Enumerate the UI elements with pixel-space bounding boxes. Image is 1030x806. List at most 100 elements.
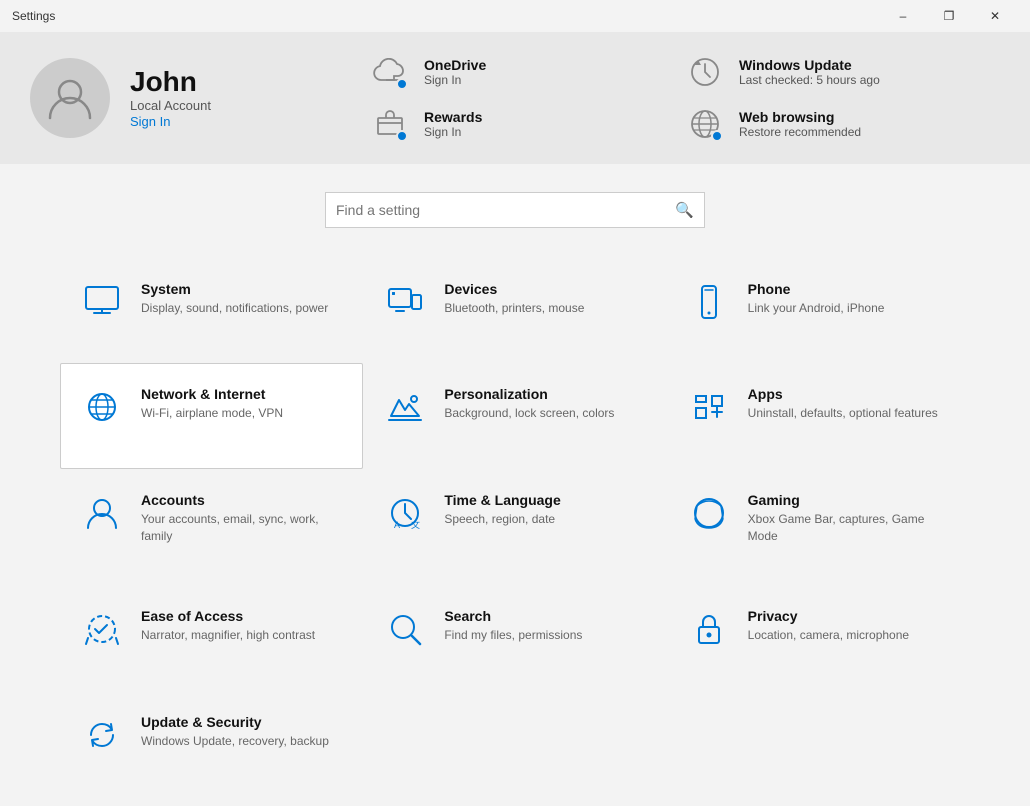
network-text: Network & Internet Wi-Fi, airplane mode,… [141, 386, 283, 422]
settings-item-time[interactable]: A文 Time & Language Speech, region, date [363, 469, 666, 585]
devices-sub: Bluetooth, printers, mouse [444, 300, 584, 317]
rewards-icon [370, 104, 410, 144]
minimize-button[interactable]: – [880, 0, 926, 32]
time-sub: Speech, region, date [444, 511, 560, 528]
settings-item-accounts[interactable]: Accounts Your accounts, email, sync, wor… [60, 469, 363, 585]
header-services: OneDrive Sign In Rewards Sign In [330, 52, 1000, 144]
user-account-type: Local Account [130, 98, 211, 113]
search-icon: 🔍 [675, 201, 694, 219]
search-section: 🔍 [0, 164, 1030, 248]
search-text: Search Find my files, permissions [444, 608, 582, 644]
settings-item-devices[interactable]: Devices Bluetooth, printers, mouse [363, 258, 666, 363]
settings-item-privacy[interactable]: Privacy Location, camera, microphone [667, 585, 970, 690]
devices-text: Devices Bluetooth, printers, mouse [444, 281, 584, 317]
search-icon [384, 608, 426, 650]
network-title: Network & Internet [141, 386, 283, 402]
apps-text: Apps Uninstall, defaults, optional featu… [748, 386, 938, 422]
avatar [30, 58, 110, 138]
web-browsing-service[interactable]: Web browsing Restore recommended [685, 104, 1000, 144]
gaming-icon [688, 492, 730, 534]
accounts-sub: Your accounts, email, sync, work, family [141, 511, 342, 545]
titlebar: Settings – ❐ ✕ [0, 0, 1030, 32]
onedrive-dot [396, 78, 408, 90]
system-sub: Display, sound, notifications, power [141, 300, 328, 317]
search-title: Search [444, 608, 582, 624]
time-text: Time & Language Speech, region, date [444, 492, 560, 528]
personalization-title: Personalization [444, 386, 614, 402]
search-box: 🔍 [325, 192, 705, 228]
time-icon: A文 [384, 492, 426, 534]
personalization-text: Personalization Background, lock screen,… [444, 386, 614, 422]
windows-update-name: Windows Update [739, 57, 880, 73]
gaming-sub: Xbox Game Bar, captures, Game Mode [748, 511, 949, 545]
app-title: Settings [12, 9, 880, 23]
accounts-title: Accounts [141, 492, 342, 508]
phone-icon [688, 281, 730, 323]
system-icon [81, 281, 123, 323]
settings-item-update[interactable]: Update & Security Windows Update, recove… [60, 691, 363, 796]
privacy-icon [688, 608, 730, 650]
phone-sub: Link your Android, iPhone [748, 300, 885, 317]
phone-text: Phone Link your Android, iPhone [748, 281, 885, 317]
privacy-text: Privacy Location, camera, microphone [748, 608, 909, 644]
system-title: System [141, 281, 328, 297]
rewards-service[interactable]: Rewards Sign In [370, 104, 685, 144]
search-input[interactable] [336, 202, 675, 218]
settings-item-personalization[interactable]: Personalization Background, lock screen,… [363, 363, 666, 468]
svg-text:文: 文 [411, 519, 420, 530]
apps-icon [688, 386, 730, 428]
windows-update-service[interactable]: Windows Update Last checked: 5 hours ago [685, 52, 1000, 92]
system-text: System Display, sound, notifications, po… [141, 281, 328, 317]
network-icon [81, 386, 123, 428]
onedrive-name: OneDrive [424, 57, 486, 73]
user-info: John Local Account Sign In [30, 58, 330, 138]
services-left: OneDrive Sign In Rewards Sign In [370, 52, 685, 144]
devices-title: Devices [444, 281, 584, 297]
search-sub: Find my files, permissions [444, 627, 582, 644]
user-text: John Local Account Sign In [130, 66, 211, 131]
web-browsing-icon [685, 104, 725, 144]
user-name: John [130, 66, 211, 98]
services-right: Windows Update Last checked: 5 hours ago [685, 52, 1000, 144]
settings-item-system[interactable]: System Display, sound, notifications, po… [60, 258, 363, 363]
network-sub: Wi-Fi, airplane mode, VPN [141, 405, 283, 422]
web-browsing-name: Web browsing [739, 109, 861, 125]
personalization-icon [384, 386, 426, 428]
ease-icon [81, 608, 123, 650]
gaming-text: Gaming Xbox Game Bar, captures, Game Mod… [748, 492, 949, 545]
apps-sub: Uninstall, defaults, optional features [748, 405, 938, 422]
update-sub: Windows Update, recovery, backup [141, 733, 329, 750]
settings-item-gaming[interactable]: Gaming Xbox Game Bar, captures, Game Mod… [667, 469, 970, 585]
svg-text:A: A [394, 520, 400, 530]
accounts-icon [81, 492, 123, 534]
ease-title: Ease of Access [141, 608, 315, 624]
windows-update-sub: Last checked: 5 hours ago [739, 73, 880, 87]
accounts-text: Accounts Your accounts, email, sync, wor… [141, 492, 342, 545]
window-controls: – ❐ ✕ [880, 0, 1018, 32]
settings-item-phone[interactable]: Phone Link your Android, iPhone [667, 258, 970, 363]
web-browsing-sub: Restore recommended [739, 125, 861, 139]
onedrive-sub: Sign In [424, 73, 486, 87]
rewards-name: Rewards [424, 109, 482, 125]
rewards-dot [396, 130, 408, 142]
maximize-button[interactable]: ❐ [926, 0, 972, 32]
update-title: Update & Security [141, 714, 329, 730]
gaming-title: Gaming [748, 492, 949, 508]
sign-in-link[interactable]: Sign In [130, 114, 170, 129]
web-browsing-dot [711, 130, 723, 142]
settings-item-ease[interactable]: Ease of Access Narrator, magnifier, high… [60, 585, 363, 690]
privacy-title: Privacy [748, 608, 909, 624]
personalization-sub: Background, lock screen, colors [444, 405, 614, 422]
onedrive-text: OneDrive Sign In [424, 57, 486, 87]
settings-item-network[interactable]: Network & Internet Wi-Fi, airplane mode,… [60, 363, 363, 468]
close-button[interactable]: ✕ [972, 0, 1018, 32]
onedrive-service[interactable]: OneDrive Sign In [370, 52, 685, 92]
settings-item-search[interactable]: Search Find my files, permissions [363, 585, 666, 690]
web-browsing-text: Web browsing Restore recommended [739, 109, 861, 139]
settings-item-apps[interactable]: Apps Uninstall, defaults, optional featu… [667, 363, 970, 468]
windows-update-icon [685, 52, 725, 92]
onedrive-icon [370, 52, 410, 92]
time-title: Time & Language [444, 492, 560, 508]
update-text: Update & Security Windows Update, recove… [141, 714, 329, 750]
windows-update-text: Windows Update Last checked: 5 hours ago [739, 57, 880, 87]
